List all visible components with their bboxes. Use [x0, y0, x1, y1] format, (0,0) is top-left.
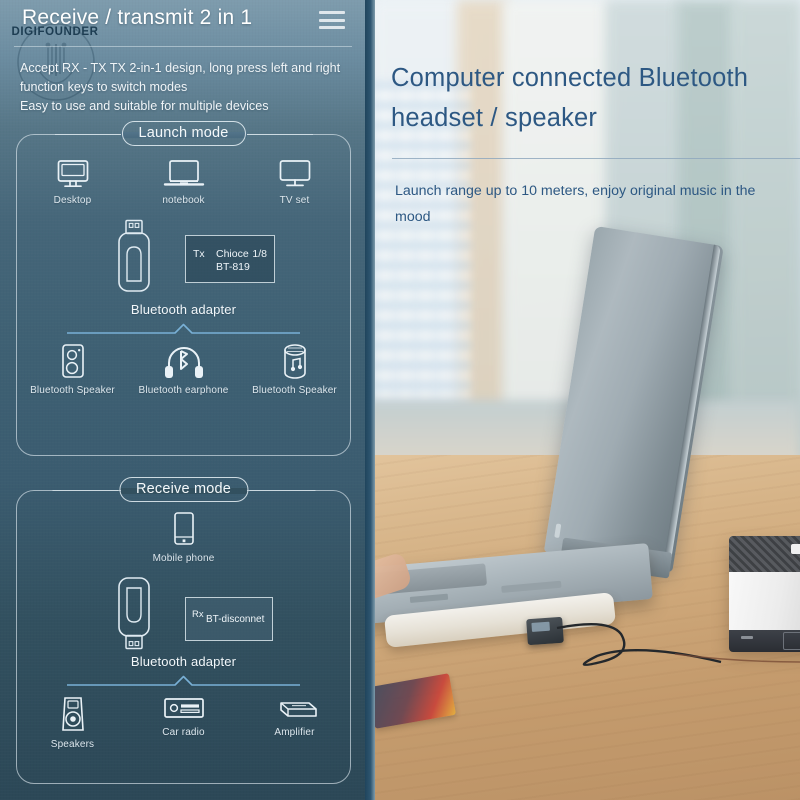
bookshelf-speaker-icon — [59, 343, 87, 379]
launch-target-row: Bluetooth Speaker Bluetooth earphone Blu… — [17, 343, 350, 396]
bluetooth-speaker-device — [729, 536, 800, 652]
intro-text: Accept RX - TX TX 2-in-1 design, long pr… — [20, 61, 341, 113]
launch-brace-connector — [67, 323, 300, 335]
adapter-label: Bluetooth adapter — [130, 302, 237, 317]
target-car-radio: Car radio — [128, 695, 239, 750]
bluetooth-headphones-icon — [162, 343, 206, 379]
target-speakers: Speakers — [17, 695, 128, 750]
launch-source-row: Desktop notebook TV set — [17, 159, 350, 206]
target-bt-speaker-1: Bluetooth Speaker — [17, 343, 128, 396]
panel-header: Receive / transmit 2 in 1 — [0, 0, 365, 54]
rx-status-text: BT-disconnet — [206, 614, 265, 625]
tx-index-label: 1/8 — [252, 248, 267, 260]
studio-speaker-icon — [59, 695, 87, 733]
receive-adapter-label-wrap: Bluetooth adapter — [17, 653, 350, 671]
usb-dongle-icon — [111, 574, 157, 650]
target-label: Bluetooth Speaker — [30, 385, 115, 396]
target-label: Bluetooth earphone — [138, 385, 229, 396]
subtext: Launch range up to 10 meters, enjoy orig… — [395, 183, 756, 225]
adapter-label: Bluetooth adapter — [130, 654, 237, 669]
tv-icon — [278, 159, 312, 189]
source-notebook: notebook — [128, 159, 239, 206]
receive-mode-label: Receive mode — [51, 477, 316, 502]
target-label: Car radio — [162, 727, 205, 738]
panel-divider — [365, 0, 375, 800]
source-desktop: Desktop — [17, 159, 128, 206]
headline-divider — [392, 158, 800, 160]
hamburger-menu-icon[interactable] — [319, 11, 345, 29]
right-photo-panel: Computer connected Bluetooth headset / s… — [365, 0, 800, 800]
mobile-phone-icon — [172, 511, 196, 547]
source-label: notebook — [162, 195, 205, 206]
launch-adapter-label-wrap: Bluetooth adapter — [17, 301, 350, 319]
audio-cable — [556, 623, 722, 667]
source-label: Mobile phone — [152, 553, 215, 564]
launch-display-screen: Tx Chioce 1/8 BT-819 — [185, 235, 275, 283]
tx-device-name: BT-819 — [216, 261, 250, 273]
tx-choice-label: Chioce — [216, 248, 249, 260]
product-infographic: DIGIFOUNDER Receive / transmit 2 in 1 Ac… — [0, 0, 800, 800]
target-amplifier: Amplifier — [239, 695, 350, 750]
target-bt-speaker-2: Bluetooth Speaker — [239, 343, 350, 396]
receive-brace-connector — [67, 675, 300, 687]
cylinder-speaker-icon — [280, 343, 310, 379]
usb-dongle-icon — [111, 219, 157, 295]
source-label: Desktop — [53, 195, 92, 206]
target-label: Bluetooth Speaker — [252, 385, 337, 396]
car-radio-icon — [163, 695, 205, 721]
target-label: Speakers — [50, 739, 95, 750]
receive-adapter-icon-wrap — [111, 574, 157, 650]
receive-source-row: Mobile phone — [17, 511, 350, 564]
left-diagram-panel: DIGIFOUNDER Receive / transmit 2 in 1 Ac… — [0, 0, 365, 800]
desktop-monitor-icon — [56, 159, 90, 189]
tx-mode-label: Tx — [193, 248, 205, 260]
laptop-icon — [163, 159, 205, 189]
launch-adapter-icon-wrap — [111, 219, 157, 295]
target-bt-earphone: Bluetooth earphone — [128, 343, 239, 396]
headline: Computer connected Bluetooth headset / s… — [391, 64, 749, 132]
receive-mode-section: Receive mode Mobile phone Rx BT-disconne… — [16, 477, 351, 784]
receive-display-screen: Rx BT-disconnet — [185, 597, 273, 641]
launch-mode-label: Launch mode — [54, 121, 313, 146]
header-divider — [14, 46, 352, 47]
amplifier-icon — [272, 695, 318, 721]
source-label: TV set — [279, 195, 310, 206]
rx-mode-label: Rx — [192, 609, 204, 620]
page-title: Receive / transmit 2 in 1 — [22, 6, 253, 29]
source-tv: TV set — [239, 159, 350, 206]
target-label: Amplifier — [274, 727, 315, 738]
launch-mode-section: Launch mode Desktop notebook TV set Tx C… — [16, 121, 351, 456]
receive-target-row: Speakers Car radio Amplifier — [17, 695, 350, 750]
